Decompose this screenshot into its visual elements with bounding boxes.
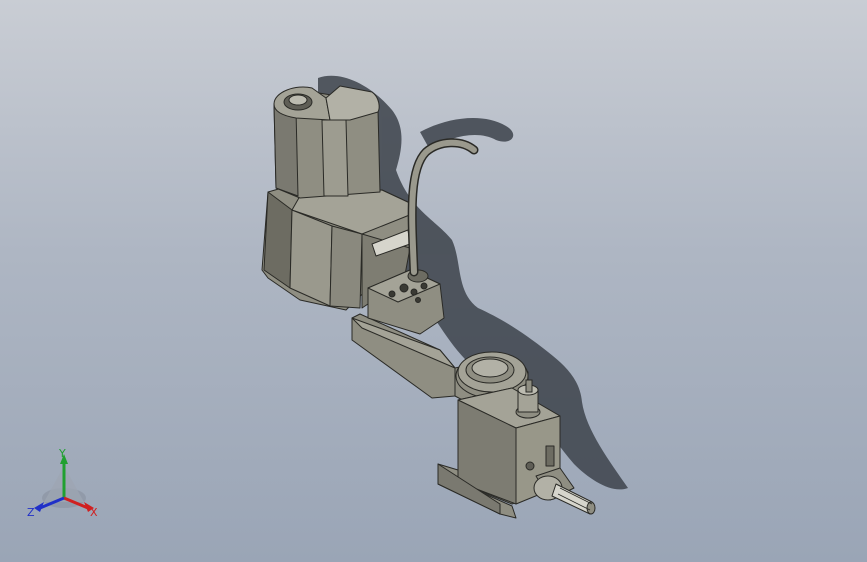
- top-column[interactable]: [273, 85, 381, 199]
- model-view[interactable]: [0, 0, 867, 562]
- y-axis-label: Y: [58, 447, 66, 460]
- z-axis-label: Z: [27, 506, 35, 519]
- x-axis-label: X: [90, 506, 98, 519]
- orientation-triad[interactable]: Y X Z: [26, 446, 106, 526]
- output-shaft[interactable]: [533, 467, 596, 515]
- cad-viewport[interactable]: Y X Z: [0, 0, 867, 562]
